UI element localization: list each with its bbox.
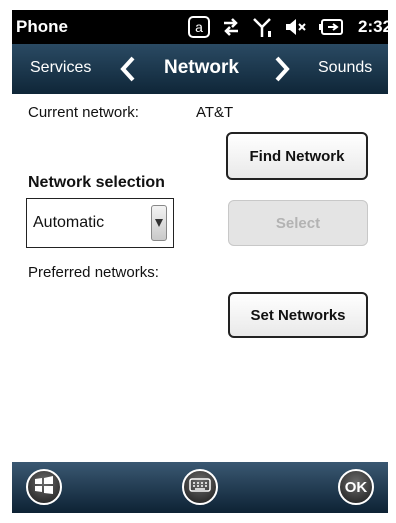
svg-text:a: a	[195, 19, 203, 35]
current-network-value: AT&T	[196, 104, 234, 121]
status-icons: a 2:32	[188, 10, 392, 44]
at-sign-icon: a	[188, 16, 210, 38]
set-networks-button[interactable]: Set Networks	[228, 292, 368, 338]
tab-network[interactable]: Network	[164, 57, 239, 79]
signal-strength-icon	[252, 16, 274, 38]
data-transfer-icon	[220, 16, 242, 38]
clock: 2:32	[358, 17, 393, 36]
network-selection-heading: Network selection	[28, 174, 165, 191]
select-button[interactable]: Select	[228, 200, 368, 246]
chevron-right-icon[interactable]	[270, 54, 294, 84]
volume-muted-icon	[284, 16, 308, 38]
network-selection-dropdown[interactable]: Automatic	[26, 198, 174, 248]
settings-tab-bar: Services Network Sounds	[12, 44, 388, 94]
windows-start-button[interactable]	[26, 469, 62, 505]
phone-network-settings-screen: Phone a 2:32 Services Network Sounds Cur…	[0, 0, 396, 523]
tab-sounds[interactable]: Sounds	[318, 59, 372, 77]
battery-charging-icon	[318, 16, 344, 38]
app-title: Phone	[16, 17, 68, 36]
chevron-left-icon[interactable]	[116, 54, 140, 84]
dropdown-arrow-icon[interactable]	[151, 205, 167, 241]
ok-button[interactable]: OK	[338, 469, 374, 505]
preferred-networks-label: Preferred networks:	[28, 264, 159, 281]
keyboard-icon	[189, 477, 211, 497]
tab-services[interactable]: Services	[30, 59, 91, 77]
network-selection-value: Automatic	[33, 214, 105, 231]
status-bar: Phone a 2:32	[12, 10, 392, 44]
network-settings-panel: Current network: AT&T Find Network Netwo…	[12, 94, 388, 462]
find-network-button[interactable]: Find Network	[226, 132, 368, 180]
windows-start-icon	[34, 475, 54, 500]
keyboard-button[interactable]	[182, 469, 218, 505]
current-network-label: Current network:	[28, 104, 139, 121]
bottom-command-bar: OK	[12, 462, 388, 513]
